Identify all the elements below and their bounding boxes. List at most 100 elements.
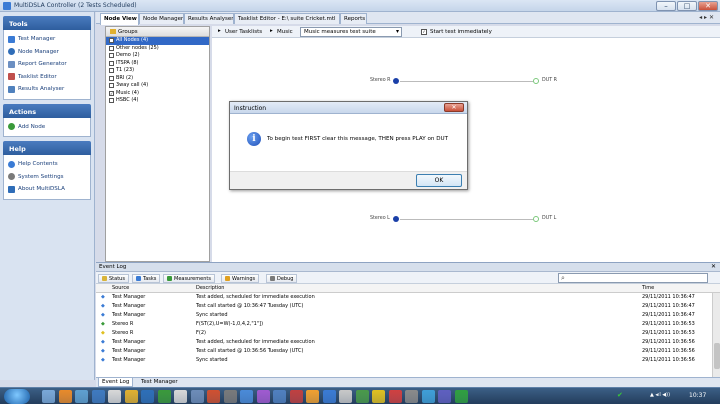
ok-button[interactable]: OK: [416, 174, 462, 187]
taskbar-app-icon[interactable]: [322, 390, 336, 403]
taskbar-app-icon[interactable]: [438, 390, 451, 403]
filter-warnings-button[interactable]: Warnings: [221, 274, 260, 283]
taskbar-app-icon[interactable]: [372, 390, 385, 403]
tab-reports[interactable]: Reports: [340, 13, 367, 24]
tab-event-log[interactable]: Event Log: [98, 378, 134, 387]
node-stereo-l[interactable]: [393, 216, 399, 222]
clock[interactable]: 10:37: [689, 392, 706, 399]
tab-test-manager[interactable]: Test Manager: [138, 378, 181, 387]
table-row[interactable]: ◆ Test Manager Test call started @ 10:36:5…: [96, 347, 720, 356]
group-item[interactable]: BRI (2): [106, 75, 209, 83]
group-checkbox[interactable]: [109, 38, 114, 44]
sidebar-item-node-manager[interactable]: Node Manager: [8, 46, 86, 59]
tab-node-view[interactable]: Node View: [100, 13, 139, 25]
close-button[interactable]: ✕: [698, 1, 718, 11]
group-item[interactable]: 3way call (4): [106, 82, 209, 90]
group-item[interactable]: Demo (2): [106, 52, 209, 60]
column-description[interactable]: Description: [196, 285, 224, 291]
table-row[interactable]: ◆ Stereo R F(ST(2),U=W(-1,0,4,2,"1"]) 29/11…: [96, 320, 720, 329]
group-item[interactable]: ✓ Music (4): [106, 90, 209, 98]
taskbar-app-icon[interactable]: [91, 390, 105, 403]
event-log-scrollbar[interactable]: [712, 293, 720, 377]
table-row[interactable]: ◆ Test Manager Sync started 29/11/2011 10:3…: [96, 356, 720, 365]
filter-tasks-button[interactable]: Tasks: [132, 274, 161, 283]
tasklist-dropdown[interactable]: Music measures test suite ▾: [300, 27, 402, 37]
taskbar-app-icon[interactable]: [42, 390, 55, 403]
taskbar-app-icon[interactable]: [157, 390, 171, 403]
taskbar-app-icon[interactable]: [273, 390, 286, 403]
group-checkbox[interactable]: [109, 98, 114, 104]
group-checkbox[interactable]: [109, 68, 114, 74]
group-checkbox[interactable]: ✓: [109, 90, 114, 96]
sidebar-item-results-analyser[interactable]: Results Analyser: [8, 83, 86, 96]
music-breadcrumb[interactable]: Music: [277, 29, 293, 35]
group-item[interactable]: T1 (23): [106, 67, 209, 75]
sidebar-item-add-node[interactable]: Add Node: [8, 121, 86, 134]
group-item[interactable]: HSBC (4): [106, 97, 209, 105]
node-dut-l[interactable]: [533, 216, 539, 222]
taskbar-app-icon[interactable]: [58, 390, 72, 403]
taskbar-app-icon[interactable]: [75, 390, 88, 403]
group-item[interactable]: All Nodes (4): [106, 37, 209, 45]
sidebar-item-tasklist-editor[interactable]: Tasklist Editor: [8, 71, 86, 84]
event-search-input[interactable]: ⌕: [558, 273, 708, 283]
taskbar-app-icon[interactable]: [339, 390, 352, 403]
taskbar-app-icon[interactable]: [207, 390, 220, 403]
group-checkbox[interactable]: [109, 75, 114, 81]
group-checkbox[interactable]: [109, 83, 114, 89]
taskbar-app-icon[interactable]: [240, 390, 253, 403]
tab-scroll-controls[interactable]: ◂ ▸ ✕: [699, 14, 714, 21]
group-checkbox[interactable]: [109, 60, 114, 66]
sidebar-item-report-generator[interactable]: Report Generator: [8, 58, 86, 71]
filter-measurements-button[interactable]: Measurements: [163, 274, 215, 283]
help-panel-header[interactable]: Help: [3, 141, 91, 155]
tab-node-manager[interactable]: Node Manager: [139, 13, 184, 24]
table-row[interactable]: ◆ Test Manager Test call started @ 10:36:4…: [96, 302, 720, 311]
sidebar-item-system-settings[interactable]: System Settings: [8, 171, 86, 184]
taskbar-app-icon[interactable]: [223, 390, 237, 403]
group-item[interactable]: ITSPA (8): [106, 60, 209, 68]
group-item[interactable]: Other nodes (25): [106, 45, 209, 53]
tab-results-analyser[interactable]: Results Analyser: [184, 13, 234, 24]
actions-panel-header[interactable]: Actions: [3, 103, 91, 118]
group-checkbox[interactable]: [109, 53, 114, 59]
taskbar-app-icon[interactable]: [174, 390, 187, 403]
taskbar-app-icon[interactable]: [289, 390, 303, 403]
taskbar-app-icon[interactable]: [405, 390, 418, 403]
scrollbar-thumb[interactable]: [714, 343, 720, 369]
group-checkbox[interactable]: [109, 45, 114, 51]
node-dut-r[interactable]: [533, 78, 539, 84]
table-row[interactable]: ◆ Test Manager Sync started 29/11/2011 10:3…: [96, 311, 720, 320]
taskbar-app-icon[interactable]: [355, 390, 369, 403]
tab-tasklist-editor[interactable]: Tasklist Editor - E:\ suite Cricket.mtl: [234, 13, 340, 24]
taskbar-app-icon[interactable]: [141, 390, 154, 403]
taskbar-app-icon[interactable]: [108, 390, 121, 403]
minimize-button[interactable]: –: [656, 1, 676, 11]
filter-status-button[interactable]: Status: [98, 274, 129, 283]
taskbar-app-icon[interactable]: [306, 390, 319, 403]
event-log-close-icon[interactable]: ✕: [711, 263, 716, 270]
maximize-button[interactable]: □: [677, 1, 697, 11]
table-row[interactable]: ◆ Test Manager Test added, scheduled for i…: [96, 293, 720, 302]
dialog-close-button[interactable]: ✕: [444, 103, 464, 112]
taskbar-app-icon[interactable]: [190, 390, 204, 403]
sidebar-item-about[interactable]: About MultiDSLA: [8, 183, 86, 196]
sidebar-item-test-manager[interactable]: Test Manager: [8, 33, 86, 46]
tools-panel-header[interactable]: Tools: [3, 16, 91, 30]
node-stereo-r[interactable]: [393, 78, 399, 84]
start-button[interactable]: [4, 389, 30, 404]
taskbar-app-icon[interactable]: [388, 390, 402, 403]
column-time[interactable]: Time: [642, 285, 654, 291]
system-tray[interactable]: ▲ ◂ıl ◀)): [650, 392, 670, 398]
taskbar-app-icon[interactable]: [256, 390, 270, 403]
table-row[interactable]: ◆ Test Manager Test added, scheduled for i…: [96, 338, 720, 347]
sidebar-item-help-contents[interactable]: Help Contents: [8, 158, 86, 171]
taskbar-app-icon[interactable]: [454, 390, 468, 403]
table-row[interactable]: ◆ Stereo R F(2) 29/11/2011 10:36:53: [96, 329, 720, 338]
column-source[interactable]: Source: [112, 285, 129, 291]
filter-debug-button[interactable]: Debug: [266, 274, 298, 283]
tasklist-breadcrumb[interactable]: User Tasklists: [225, 29, 262, 35]
start-immediately-checkbox[interactable]: ✓: [421, 29, 427, 35]
taskbar-app-icon[interactable]: [124, 390, 138, 403]
taskbar-app-icon[interactable]: [421, 390, 435, 403]
